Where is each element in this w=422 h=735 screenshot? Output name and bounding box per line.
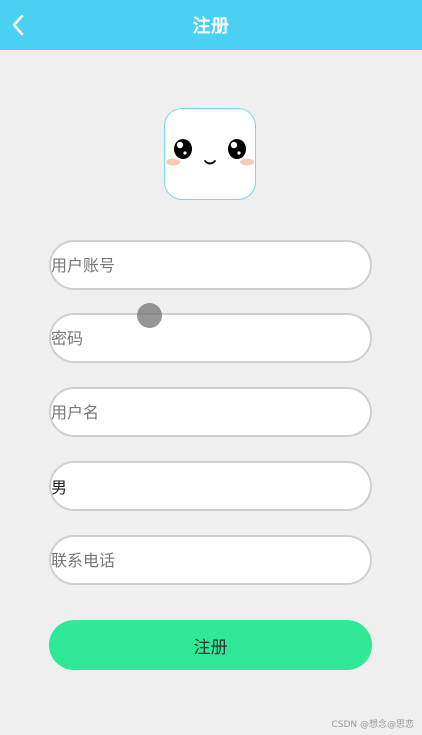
kawaii-face-icon — [166, 139, 254, 166]
touch-indicator — [137, 303, 162, 328]
account-field-wrapper — [49, 240, 372, 290]
top-bar: 注册 — [0, 0, 422, 50]
username-input[interactable] — [51, 389, 370, 435]
app-logo — [164, 108, 256, 200]
back-button[interactable] — [0, 0, 36, 50]
gender-input[interactable] — [51, 463, 370, 509]
account-input[interactable] — [51, 242, 370, 288]
register-button[interactable]: 注册 — [49, 620, 372, 670]
password-input[interactable] — [51, 315, 370, 361]
chevron-left-icon — [12, 14, 24, 36]
watermark: CSDN @想念@思恋 — [331, 720, 414, 730]
password-field-wrapper — [49, 313, 372, 363]
page-title: 注册 — [192, 16, 230, 37]
username-field-wrapper — [49, 387, 372, 437]
phone-input[interactable] — [51, 537, 370, 583]
phone-field-wrapper — [49, 535, 372, 585]
gender-field-wrapper — [49, 461, 372, 511]
